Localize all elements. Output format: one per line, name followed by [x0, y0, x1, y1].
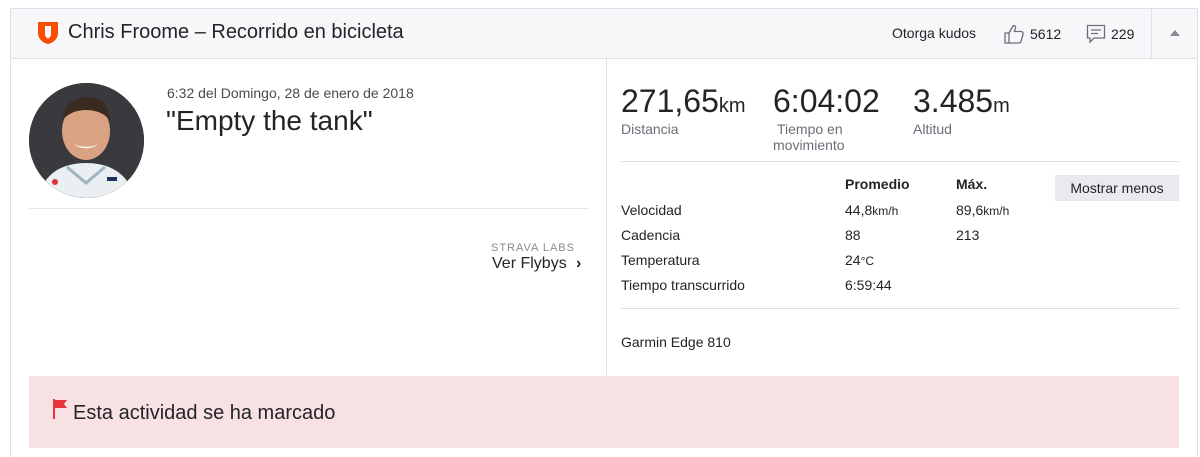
stat-moving-time: 6:04:02 Tiempo en movimiento: [773, 83, 880, 153]
moving-time-value: 6:04:02: [773, 83, 880, 119]
distance-label: Distancia: [621, 121, 679, 137]
strava-labs-label: STRAVA LABS: [491, 242, 575, 254]
stat-distance: 271,65km Distancia: [621, 83, 746, 137]
shield-icon: [38, 22, 58, 44]
activity-title: Chris Froome – Recorrido en bicicleta: [68, 21, 404, 43]
caret-up-icon[interactable]: [1170, 30, 1180, 36]
flybys-link[interactable]: Ver Flybys: [492, 255, 567, 273]
cadence-average: 88: [845, 227, 861, 243]
elapsed-time-value: 6:59:44: [845, 277, 892, 293]
distance-unit: km: [718, 95, 746, 117]
row-label: Cadencia: [621, 227, 681, 243]
column-header-average: Promedio: [845, 176, 910, 192]
flagged-banner: Esta actividad se ha marcado: [29, 376, 1179, 448]
elevation-unit: m: [993, 95, 1010, 117]
activity-header: Chris Froome – Recorrido en bicicleta Ot…: [11, 9, 1197, 59]
give-kudos-link[interactable]: Otorga kudos: [892, 25, 976, 41]
divider: [621, 161, 1179, 162]
device-name: Garmin Edge 810: [621, 334, 731, 350]
column-divider: [606, 59, 607, 375]
activity-card: Chris Froome – Recorrido en bicicleta Ot…: [10, 8, 1198, 457]
moving-time-label-2: movimiento: [773, 137, 845, 153]
moving-time-label-1: Tiempo en: [777, 121, 843, 137]
comment-count[interactable]: 229: [1111, 26, 1134, 42]
row-label: Temperatura: [621, 252, 700, 268]
speed-max: 89,6km/h: [956, 202, 1010, 218]
row-label: Velocidad: [621, 202, 682, 218]
divider: [29, 208, 589, 209]
activity-date: 6:32 del Domingo, 28 de enero de 2018: [167, 85, 414, 101]
chevron-right-icon[interactable]: ›: [576, 255, 581, 273]
elevation-label: Altitud: [913, 121, 952, 137]
column-header-max: Máx.: [956, 176, 988, 192]
thumbs-up-icon[interactable]: [1003, 23, 1025, 45]
speed-average: 44,8km/h: [845, 202, 899, 218]
divider: [621, 308, 1179, 309]
activity-name: "Empty the tank": [166, 105, 373, 136]
distance-value: 271,65: [621, 83, 719, 119]
kudos-count[interactable]: 5612: [1030, 26, 1061, 42]
stat-elevation: 3.485m Altitud: [913, 83, 1010, 137]
temperature-average: 24°C: [845, 252, 875, 268]
athlete-avatar[interactable]: [29, 83, 144, 198]
elevation-value: 3.485: [913, 83, 994, 119]
row-label: Tiempo transcurrido: [621, 277, 745, 293]
cadence-max: 213: [956, 227, 980, 243]
show-less-button[interactable]: Mostrar menos: [1055, 175, 1179, 201]
flag-icon: [53, 399, 67, 419]
collapse-button[interactable]: [1151, 9, 1197, 58]
comment-icon[interactable]: [1086, 24, 1106, 44]
flagged-message: Esta actividad se ha marcado: [73, 402, 336, 424]
